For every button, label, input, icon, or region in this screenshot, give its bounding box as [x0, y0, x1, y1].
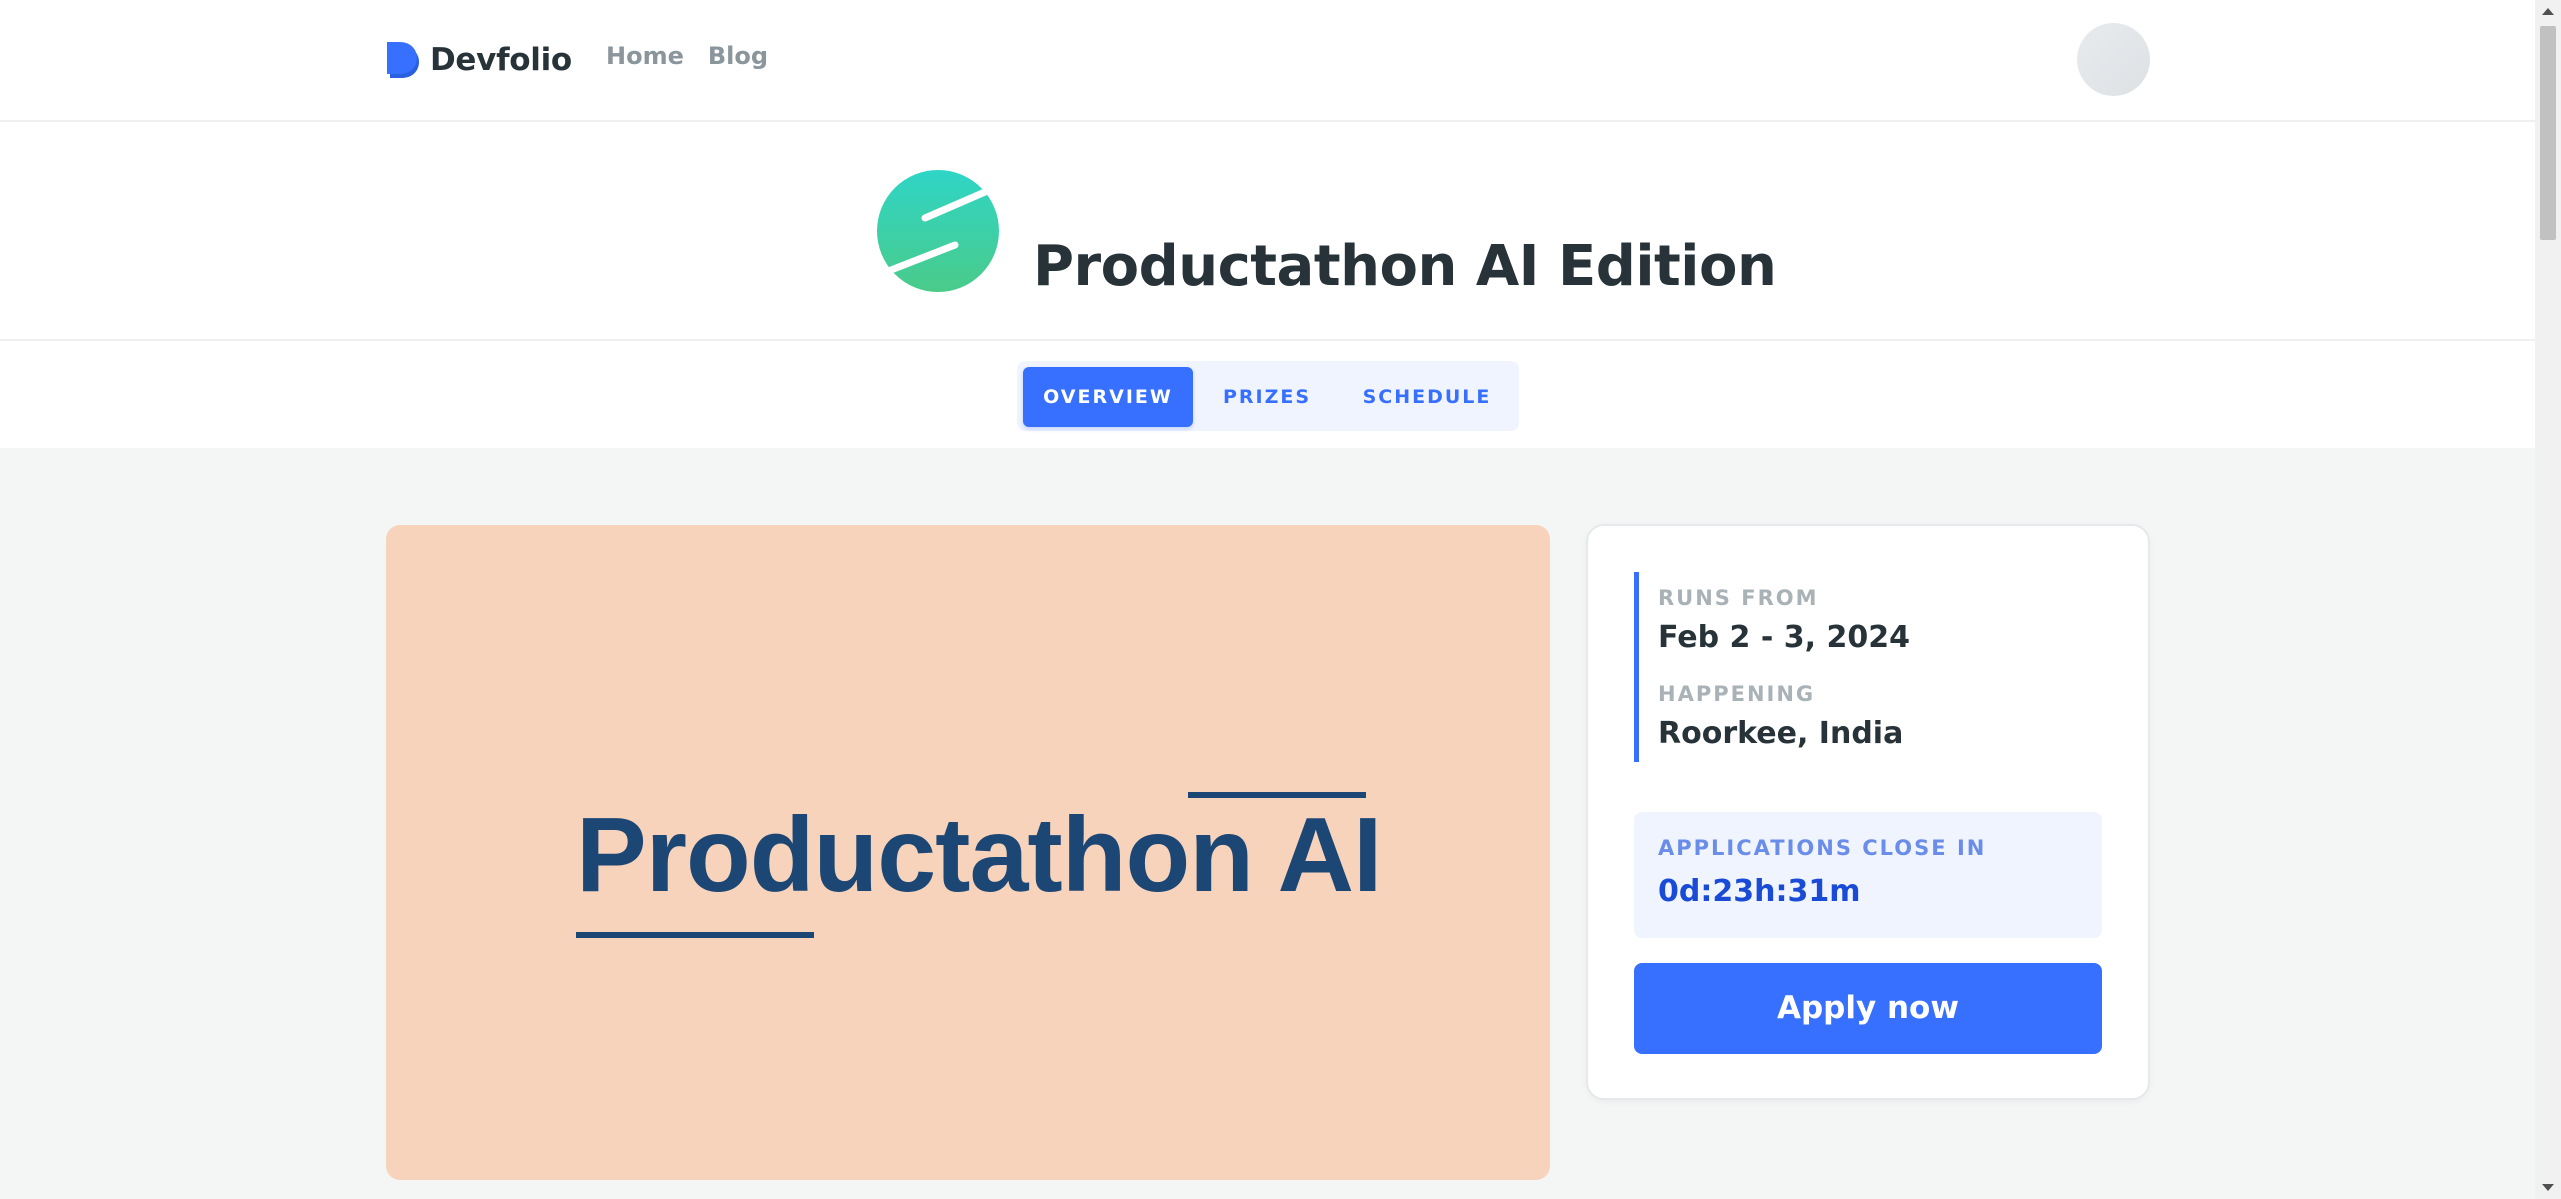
- page-scrollbar[interactable]: [2535, 0, 2561, 1199]
- user-avatar[interactable]: [2077, 23, 2150, 96]
- hackathon-header: Productathon AI Edition: [0, 122, 2535, 341]
- hackathon-banner-image: Productathon AI: [386, 525, 1550, 1180]
- scroll-up-arrow-icon[interactable]: [2542, 8, 2554, 15]
- banner-text: Productathon AI: [576, 796, 1382, 914]
- tab-prizes[interactable]: PRIZES: [1207, 367, 1327, 427]
- countdown-value: 0d:23h:31m: [1658, 874, 1861, 909]
- devfolio-logo-icon: [387, 42, 419, 78]
- nav-blog-link[interactable]: Blog: [708, 42, 768, 70]
- tab-overview[interactable]: OVERVIEW: [1023, 367, 1193, 427]
- tab-group: OVERVIEW PRIZES SCHEDULE: [1017, 361, 1519, 431]
- tab-schedule[interactable]: SCHEDULE: [1347, 367, 1507, 427]
- nav-home-link[interactable]: Home: [606, 42, 684, 70]
- hackathon-logo-icon: [877, 170, 999, 292]
- applications-countdown: APPLICATIONS CLOSE IN 0d:23h:31m: [1634, 812, 2102, 938]
- apply-now-button[interactable]: Apply now: [1634, 963, 2102, 1054]
- top-navbar: Devfolio Home Blog: [0, 0, 2535, 122]
- nav-links: Home Blog: [606, 42, 768, 70]
- brand-name: Devfolio: [430, 42, 572, 78]
- event-details: RUNS FROM Feb 2 - 3, 2024 HAPPENING Roor…: [1634, 572, 2109, 762]
- hackathon-title: Productathon AI Edition: [1033, 233, 1777, 299]
- scroll-down-arrow-icon[interactable]: [2542, 1184, 2554, 1191]
- scrollbar-thumb[interactable]: [2540, 26, 2556, 240]
- happening-label: HAPPENING: [1658, 682, 1816, 706]
- tab-bar: OVERVIEW PRIZES SCHEDULE: [0, 341, 2535, 448]
- runs-from-value: Feb 2 - 3, 2024: [1658, 620, 1910, 655]
- banner-decoration-line: [576, 932, 814, 938]
- brand-logo-link[interactable]: Devfolio: [386, 38, 572, 82]
- runs-from-label: RUNS FROM: [1658, 586, 1819, 610]
- countdown-label: APPLICATIONS CLOSE IN: [1658, 836, 1987, 860]
- event-info-card: RUNS FROM Feb 2 - 3, 2024 HAPPENING Roor…: [1586, 524, 2150, 1100]
- happening-value: Roorkee, India: [1658, 716, 1904, 751]
